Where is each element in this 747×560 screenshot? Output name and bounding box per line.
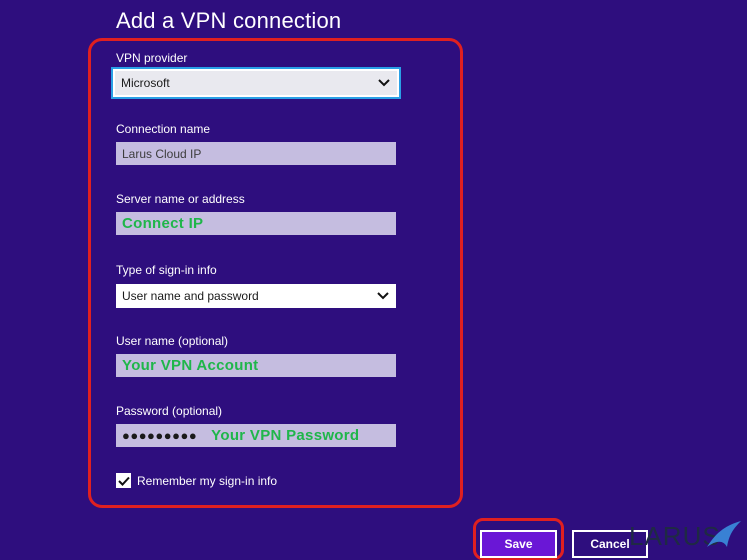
server-address-value: Connect IP (122, 215, 204, 232)
sign-in-type-value: User name and password (122, 289, 259, 303)
chevron-down-icon (376, 289, 390, 303)
remember-signin-label: Remember my sign-in info (137, 473, 278, 488)
bird-swoosh-icon (707, 521, 741, 547)
save-button[interactable]: Save (480, 530, 557, 558)
vpn-provider-label: VPN provider (116, 51, 188, 65)
larus-logo: LARUS (629, 517, 747, 557)
sign-in-type-select[interactable]: User name and password (116, 284, 396, 308)
username-value: Your VPN Account (122, 357, 259, 374)
password-mask: ●●●●●●●●● (122, 428, 198, 443)
server-address-label: Server name or address (116, 192, 245, 206)
connection-name-input[interactable]: Larus Cloud IP (116, 142, 396, 165)
password-input[interactable]: ●●●●●●●●● Your VPN Password (116, 424, 396, 447)
password-hint: Your VPN Password (211, 427, 360, 444)
username-input[interactable]: Your VPN Account (116, 354, 396, 377)
vpn-provider-select[interactable]: Microsoft (111, 67, 401, 99)
connection-name-label: Connection name (116, 122, 211, 136)
server-address-input[interactable]: Connect IP (116, 212, 396, 235)
page-title: Add a VPN connection (116, 8, 342, 33)
chevron-down-icon (377, 76, 391, 90)
remember-signin-checkbox[interactable] (116, 473, 131, 488)
username-label: User name (optional) (116, 334, 229, 348)
connection-name-value: Larus Cloud IP (122, 146, 202, 161)
sign-in-type-label: Type of sign-in info (116, 263, 217, 277)
vpn-settings-page: Add a VPN connection VPN provider Micros… (0, 0, 747, 560)
vpn-provider-value: Microsoft (121, 76, 170, 90)
password-label: Password (optional) (116, 404, 223, 418)
remember-signin-row[interactable]: Remember my sign-in info (116, 473, 277, 488)
checkmark-icon (117, 476, 130, 486)
